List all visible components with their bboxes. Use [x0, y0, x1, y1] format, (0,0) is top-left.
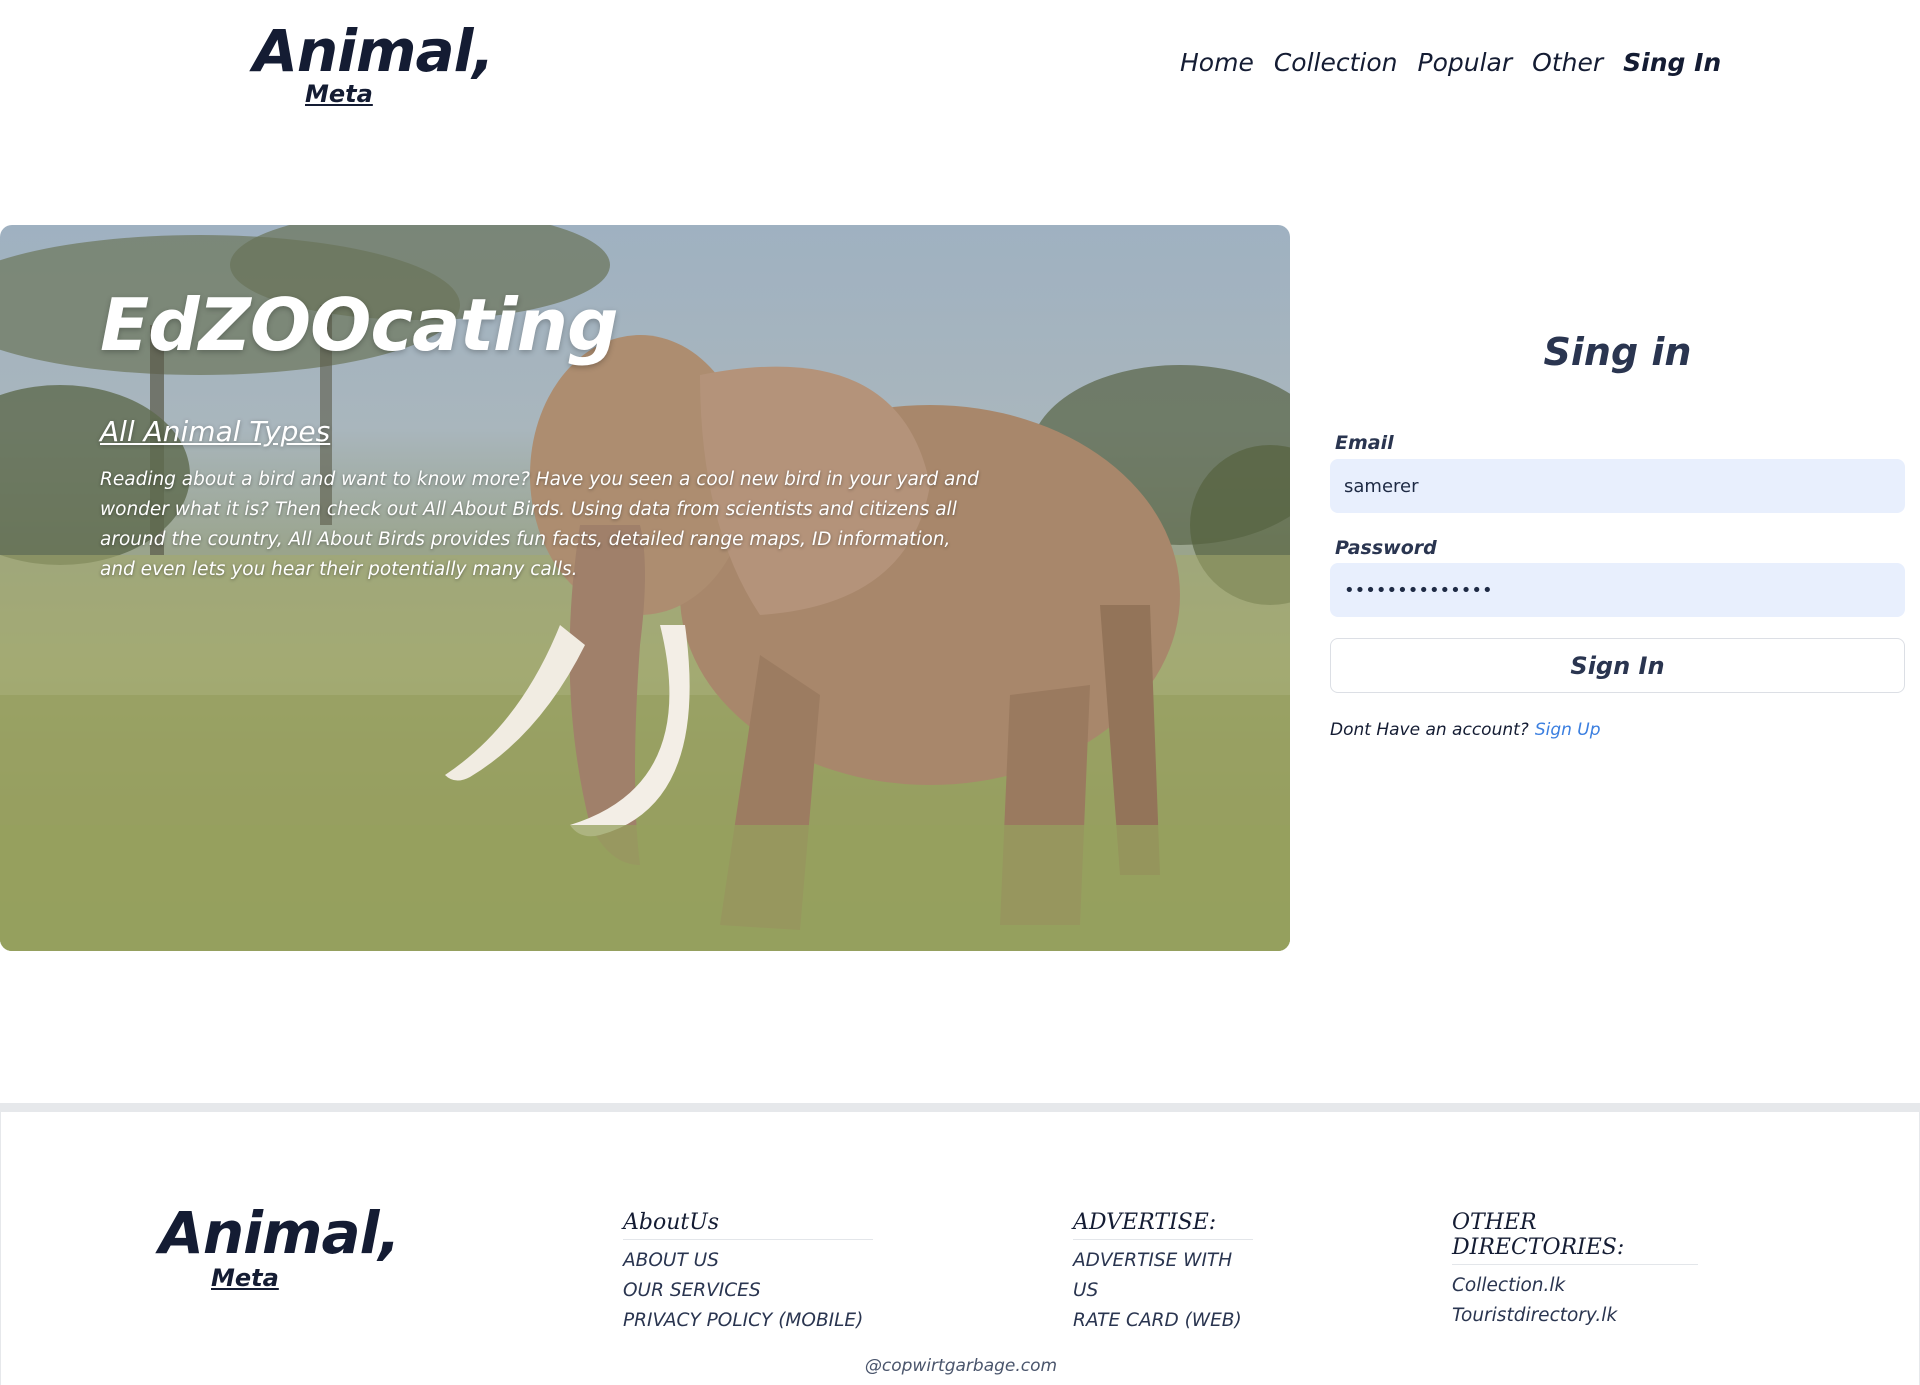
signup-row: Dont Have an account? Sign Up [1330, 720, 1601, 740]
footer-link-privacy-policy[interactable]: PRIVACY POLICY (MOBILE) [623, 1306, 873, 1336]
nav-home[interactable]: Home [1180, 48, 1254, 77]
footer-about-column: AboutUs ABOUT US OUR SERVICES PRIVACY PO… [623, 1210, 873, 1336]
hero-title: EdZOOcating [100, 283, 619, 367]
footer-link-advertise-with-us[interactable]: ADVERTISE WITH US [1073, 1246, 1253, 1306]
footer-logo-main-text: Animal, [159, 1199, 401, 1267]
hero-subtitle-link[interactable]: All Animal Types [100, 415, 330, 448]
footer-link-about-us[interactable]: ABOUT US [623, 1246, 873, 1276]
nav-other[interactable]: Other [1532, 48, 1603, 77]
footer-link-collection-lk[interactable]: Collection.lk [1452, 1271, 1698, 1301]
logo-main-text: Animal, [253, 17, 495, 85]
nav-collection[interactable]: Collection [1274, 48, 1398, 77]
sign-up-link[interactable]: Sign Up [1535, 720, 1601, 740]
signin-title: Sing in [1543, 330, 1692, 374]
footer-directories-column: OTHER DIRECTORIES: Collection.lk Tourist… [1452, 1210, 1698, 1331]
email-label: Email [1335, 432, 1394, 454]
header-logo[interactable]: Animal, Meta [253, 17, 495, 108]
footer-logo-sub-text: Meta [211, 1264, 279, 1292]
nav-sign-in[interactable]: Sing In [1623, 48, 1721, 77]
footer-advertise-column: ADVERTISE: ADVERTISE WITH US RATE CARD (… [1073, 1210, 1253, 1336]
password-label: Password [1335, 537, 1437, 559]
copyright-text: @copwirtgarbage.com [864, 1356, 1058, 1376]
footer: Animal, Meta AboutUs ABOUT US OUR SERVIC… [0, 1103, 1920, 1385]
footer-link-touristdirectory-lk[interactable]: Touristdirectory.lk [1452, 1301, 1698, 1331]
hero-banner: EdZOOcating All Animal Types Reading abo… [0, 225, 1290, 951]
footer-directories-heading: OTHER DIRECTORIES: [1452, 1210, 1698, 1265]
hero-description: Reading about a bird and want to know mo… [100, 469, 979, 580]
password-field[interactable] [1330, 563, 1905, 617]
footer-logo[interactable]: Animal, Meta [159, 1199, 401, 1292]
email-field[interactable] [1330, 459, 1905, 513]
main-nav: Home Collection Popular Other Sing In [1180, 48, 1721, 77]
nav-popular[interactable]: Popular [1418, 48, 1513, 77]
logo-sub-text: Meta [305, 80, 373, 108]
footer-link-rate-card[interactable]: RATE CARD (WEB) [1073, 1306, 1253, 1336]
footer-about-heading: AboutUs [623, 1210, 873, 1240]
no-account-text: Dont Have an account? [1330, 720, 1529, 740]
footer-advertise-heading: ADVERTISE: [1073, 1210, 1253, 1240]
sign-in-button[interactable]: Sign In [1330, 638, 1905, 693]
footer-link-our-services[interactable]: OUR SERVICES [623, 1276, 873, 1306]
